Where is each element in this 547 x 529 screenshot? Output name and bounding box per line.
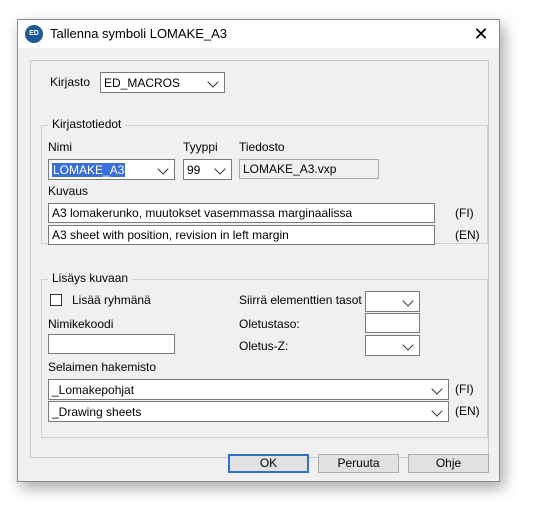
lang-en-label: (EN) [455,228,480,242]
add-image-legend: Lisäys kuvaan [48,271,133,285]
file-field: LOMAKE_A3.vxp [239,159,379,179]
default-z-combo[interactable] [365,335,420,356]
type-combo[interactable]: 99 [183,159,232,180]
move-layers-label: Siirrä elementtien tasot [239,293,362,307]
library-select[interactable]: ED_MACROS [100,72,225,93]
dir-en-lang-label: (EN) [455,404,480,418]
library-value: ED_MACROS [104,76,181,90]
type-value: 99 [187,163,201,177]
file-label: Tiedosto [239,140,285,154]
help-button[interactable]: Ohje [408,454,489,473]
name-combo[interactable]: LOMAKE_A3 [48,159,175,180]
chevron-down-icon [431,383,443,395]
chevron-down-icon [402,295,414,307]
add-to-group-label: Lisää ryhmänä [72,293,151,307]
description-fi-input[interactable]: A3 lomakerunko, muutokset vasemmassa mar… [48,203,435,223]
title-bar: ED Tallenna symboli LOMAKE_A3 ✕ [18,20,499,48]
lang-fi-label: (FI) [455,206,474,220]
chevron-down-icon [214,163,226,175]
description-en-input[interactable]: A3 sheet with position, revision in left… [48,225,435,245]
save-symbol-dialog: ED Tallenna symboli LOMAKE_A3 ✕ Kirjasto… [17,19,500,482]
chevron-down-icon [402,339,414,351]
browser-dir-fi-combo[interactable]: _Lomakepohjat [48,379,449,400]
close-icon[interactable]: ✕ [463,20,499,48]
app-logo-icon: ED [25,25,43,43]
default-layer-label: Oletustaso: [239,317,300,331]
description-label: Kuvaus [48,184,89,198]
chevron-down-icon [207,76,219,88]
browser-dir-en-combo[interactable]: _Drawing sheets [48,401,449,422]
type-label: Tyyppi [183,140,218,154]
default-z-label: Oletus-Z: [239,339,289,353]
cancel-button[interactable]: Peruuta [318,454,399,473]
name-label: Nimi [48,140,72,154]
item-code-input[interactable] [48,334,175,354]
ok-button[interactable]: OK [228,454,309,473]
chevron-down-icon [431,405,443,417]
default-layer-input[interactable] [365,313,420,333]
window-title: Tallenna symboli LOMAKE_A3 [50,26,228,41]
browser-dir-en-value: _Drawing sheets [52,405,142,419]
library-info-legend: Kirjastotiedot [48,117,126,131]
move-layers-combo[interactable] [365,291,420,312]
add-to-group-checkbox[interactable] [50,294,62,306]
browser-dir-fi-value: _Lomakepohjat [52,383,135,397]
chevron-down-icon [157,163,169,175]
name-value: LOMAKE_A3 [52,163,126,177]
item-code-label: Nimikekoodi [48,317,114,331]
description-fi-value: A3 lomakerunko, muutokset vasemmassa mar… [52,206,353,220]
file-value: LOMAKE_A3.vxp [243,162,337,176]
browser-dir-label: Selaimen hakemisto [48,360,157,374]
dir-fi-lang-label: (FI) [455,382,474,396]
library-label: Kirjasto [50,75,91,89]
description-en-value: A3 sheet with position, revision in left… [52,228,289,242]
